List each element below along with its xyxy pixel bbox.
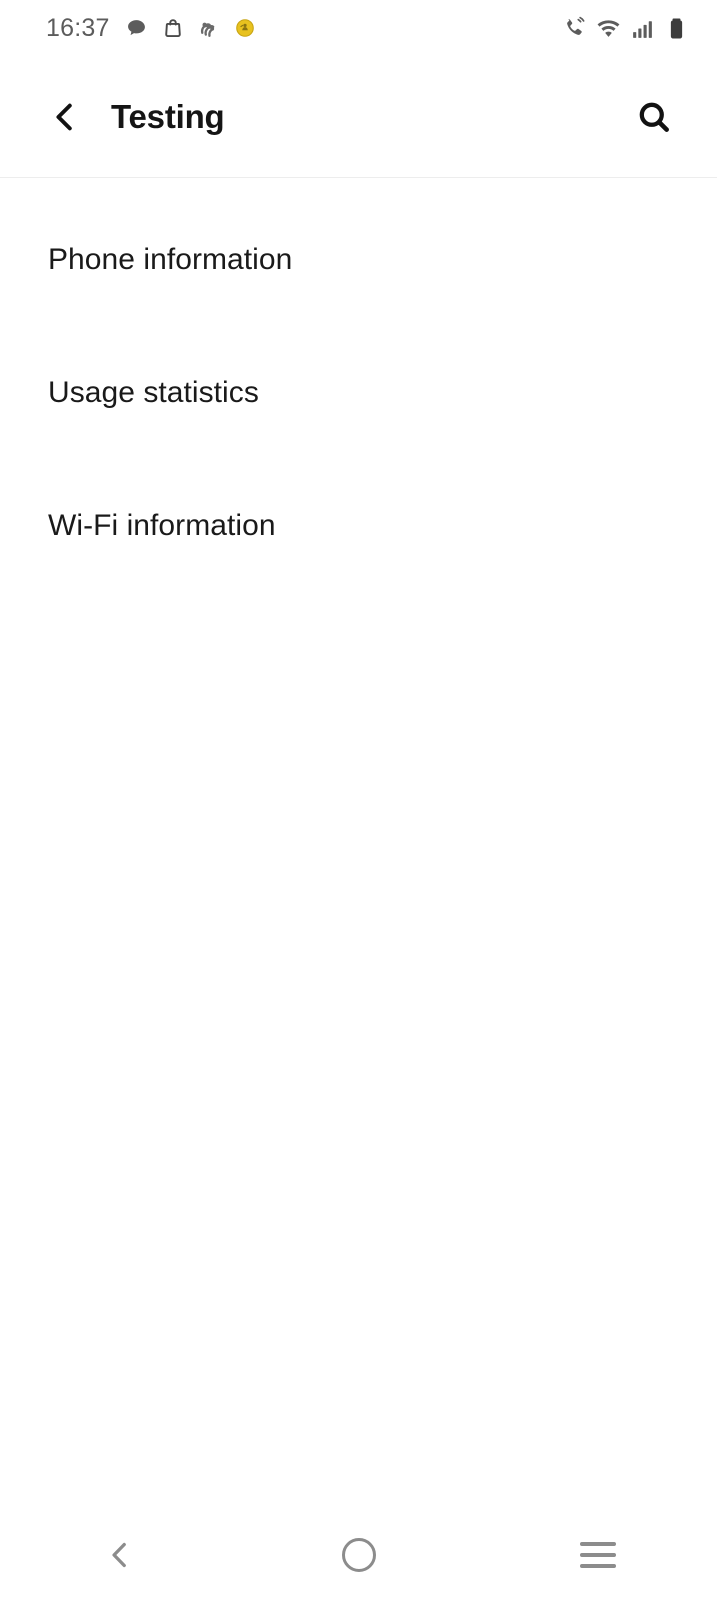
- navigation-bar: [0, 1510, 717, 1600]
- nav-back-button[interactable]: [0, 1510, 239, 1600]
- list-item-label: Usage statistics: [48, 375, 259, 409]
- shopping-bag-icon: [161, 16, 185, 40]
- status-bar: 16:37: [0, 0, 717, 56]
- status-bar-left: 16:37: [46, 13, 257, 42]
- nav-recents-icon: [579, 1542, 616, 1568]
- list-item-wifi-information[interactable]: Wi-Fi information: [0, 459, 717, 592]
- list-item-label: Phone information: [48, 242, 293, 276]
- settings-list: Phone information Usage statistics Wi-Fi…: [0, 178, 717, 1510]
- app-notification-icon: [197, 16, 221, 40]
- message-bubble-icon: [125, 16, 149, 40]
- app-bar: Testing: [0, 56, 717, 177]
- page-title: Testing: [111, 98, 225, 135]
- status-bar-clock: 16:37: [46, 13, 110, 42]
- wifi-icon: [596, 16, 621, 41]
- back-button[interactable]: [28, 80, 102, 154]
- phone-screen: 16:37 Testing Phone information Usage st…: [0, 0, 717, 1600]
- nav-recents-button[interactable]: [478, 1510, 717, 1600]
- status-bar-right: [562, 16, 689, 41]
- nav-back-chevron-icon: [111, 1542, 126, 1568]
- chevron-left-icon: [56, 103, 72, 130]
- battery-icon: [664, 16, 689, 41]
- call-vibrate-icon: [562, 16, 587, 41]
- list-item-label: Wi-Fi information: [48, 508, 276, 542]
- nav-home-button[interactable]: [239, 1510, 478, 1600]
- search-icon: [639, 102, 669, 132]
- list-item-usage-statistics[interactable]: Usage statistics: [0, 326, 717, 459]
- nav-home-circle-icon: [341, 1538, 376, 1572]
- coin-badge-icon: [233, 16, 257, 40]
- list-item-phone-information[interactable]: Phone information: [0, 193, 717, 326]
- search-button[interactable]: [617, 80, 691, 154]
- cellular-signal-icon: [630, 16, 655, 41]
